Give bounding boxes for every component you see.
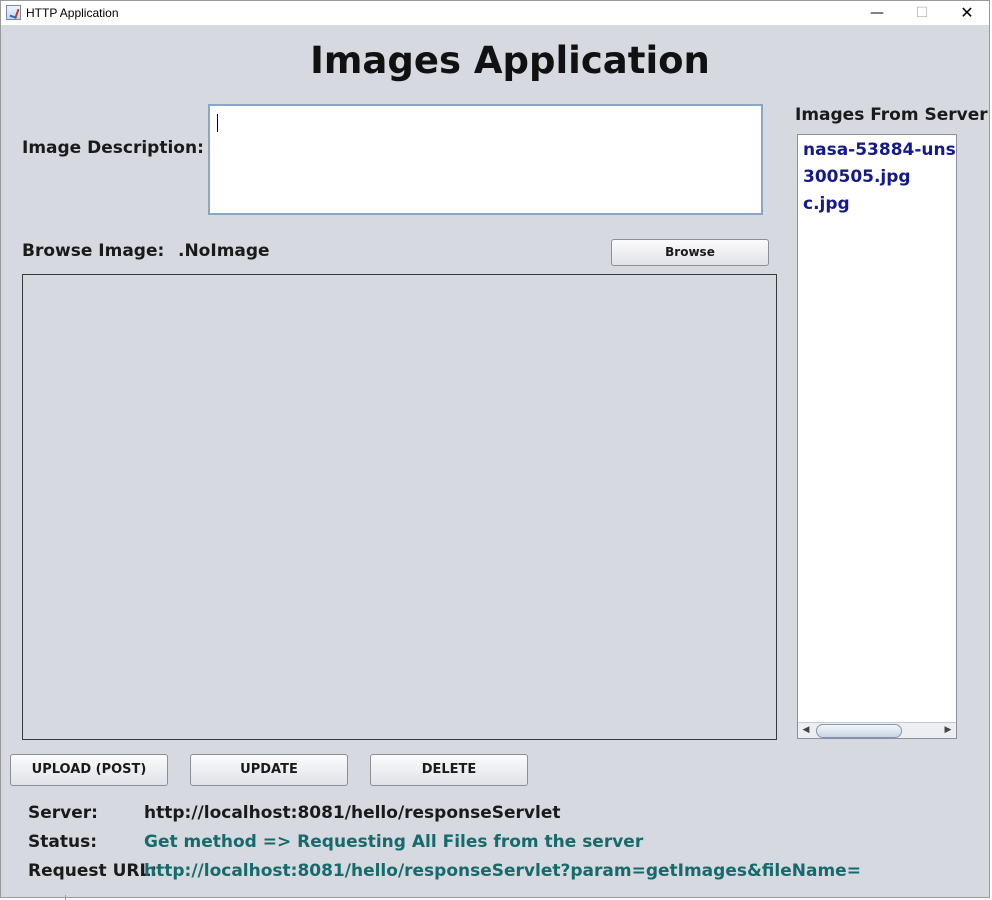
title-bar: HTTP Application — ☐ ✕ — [1, 1, 989, 25]
upload-button[interactable]: UPLOAD (POST) — [10, 754, 168, 786]
scroll-left-icon[interactable]: ◀ — [799, 724, 813, 737]
server-value: http://localhost:8081/hello/responseServ… — [144, 803, 561, 823]
request-url-value: http://localhost:8081/hello/responseServ… — [144, 861, 861, 881]
app-window: HTTP Application — ☐ ✕ Images Applicatio… — [0, 0, 990, 898]
description-label: Image Description: — [22, 138, 204, 158]
image-preview-area — [22, 274, 777, 740]
request-url-label: Request URL: — [28, 861, 158, 881]
selected-filename: .NoImage — [178, 241, 270, 261]
list-item[interactable]: c.jpg — [803, 194, 850, 214]
browse-button[interactable]: Browse — [611, 239, 769, 266]
maximize-button[interactable]: ☐ — [899, 1, 945, 25]
taskbar-divider — [65, 895, 66, 900]
update-button[interactable]: UPDATE — [190, 754, 348, 786]
browse-image-label: Browse Image: — [22, 241, 165, 261]
scroll-right-icon[interactable]: ▶ — [941, 724, 955, 737]
text-caret — [217, 114, 218, 132]
close-button[interactable]: ✕ — [944, 1, 990, 25]
status-label: Status: — [28, 832, 97, 852]
window-title: HTTP Application — [26, 6, 119, 20]
page-title: Images Application — [310, 39, 710, 82]
list-item[interactable]: nasa-53884-unsplash.jpg — [803, 140, 956, 160]
status-value: Get method => Requesting All Files from … — [144, 832, 644, 852]
description-textarea[interactable] — [208, 104, 763, 215]
server-list-heading: Images From Server — [795, 105, 988, 125]
list-item[interactable]: 300505.jpg — [803, 167, 911, 187]
delete-button[interactable]: DELETE — [370, 754, 528, 786]
server-images-list[interactable]: nasa-53884-unsplash.jpg 300505.jpg c.jpg… — [797, 134, 957, 739]
minimize-button[interactable]: — — [854, 1, 900, 25]
horizontal-scrollbar[interactable]: ◀ ▶ — [798, 722, 956, 738]
java-app-icon — [6, 5, 21, 20]
server-label: Server: — [28, 803, 98, 823]
scroll-thumb[interactable] — [816, 724, 902, 738]
